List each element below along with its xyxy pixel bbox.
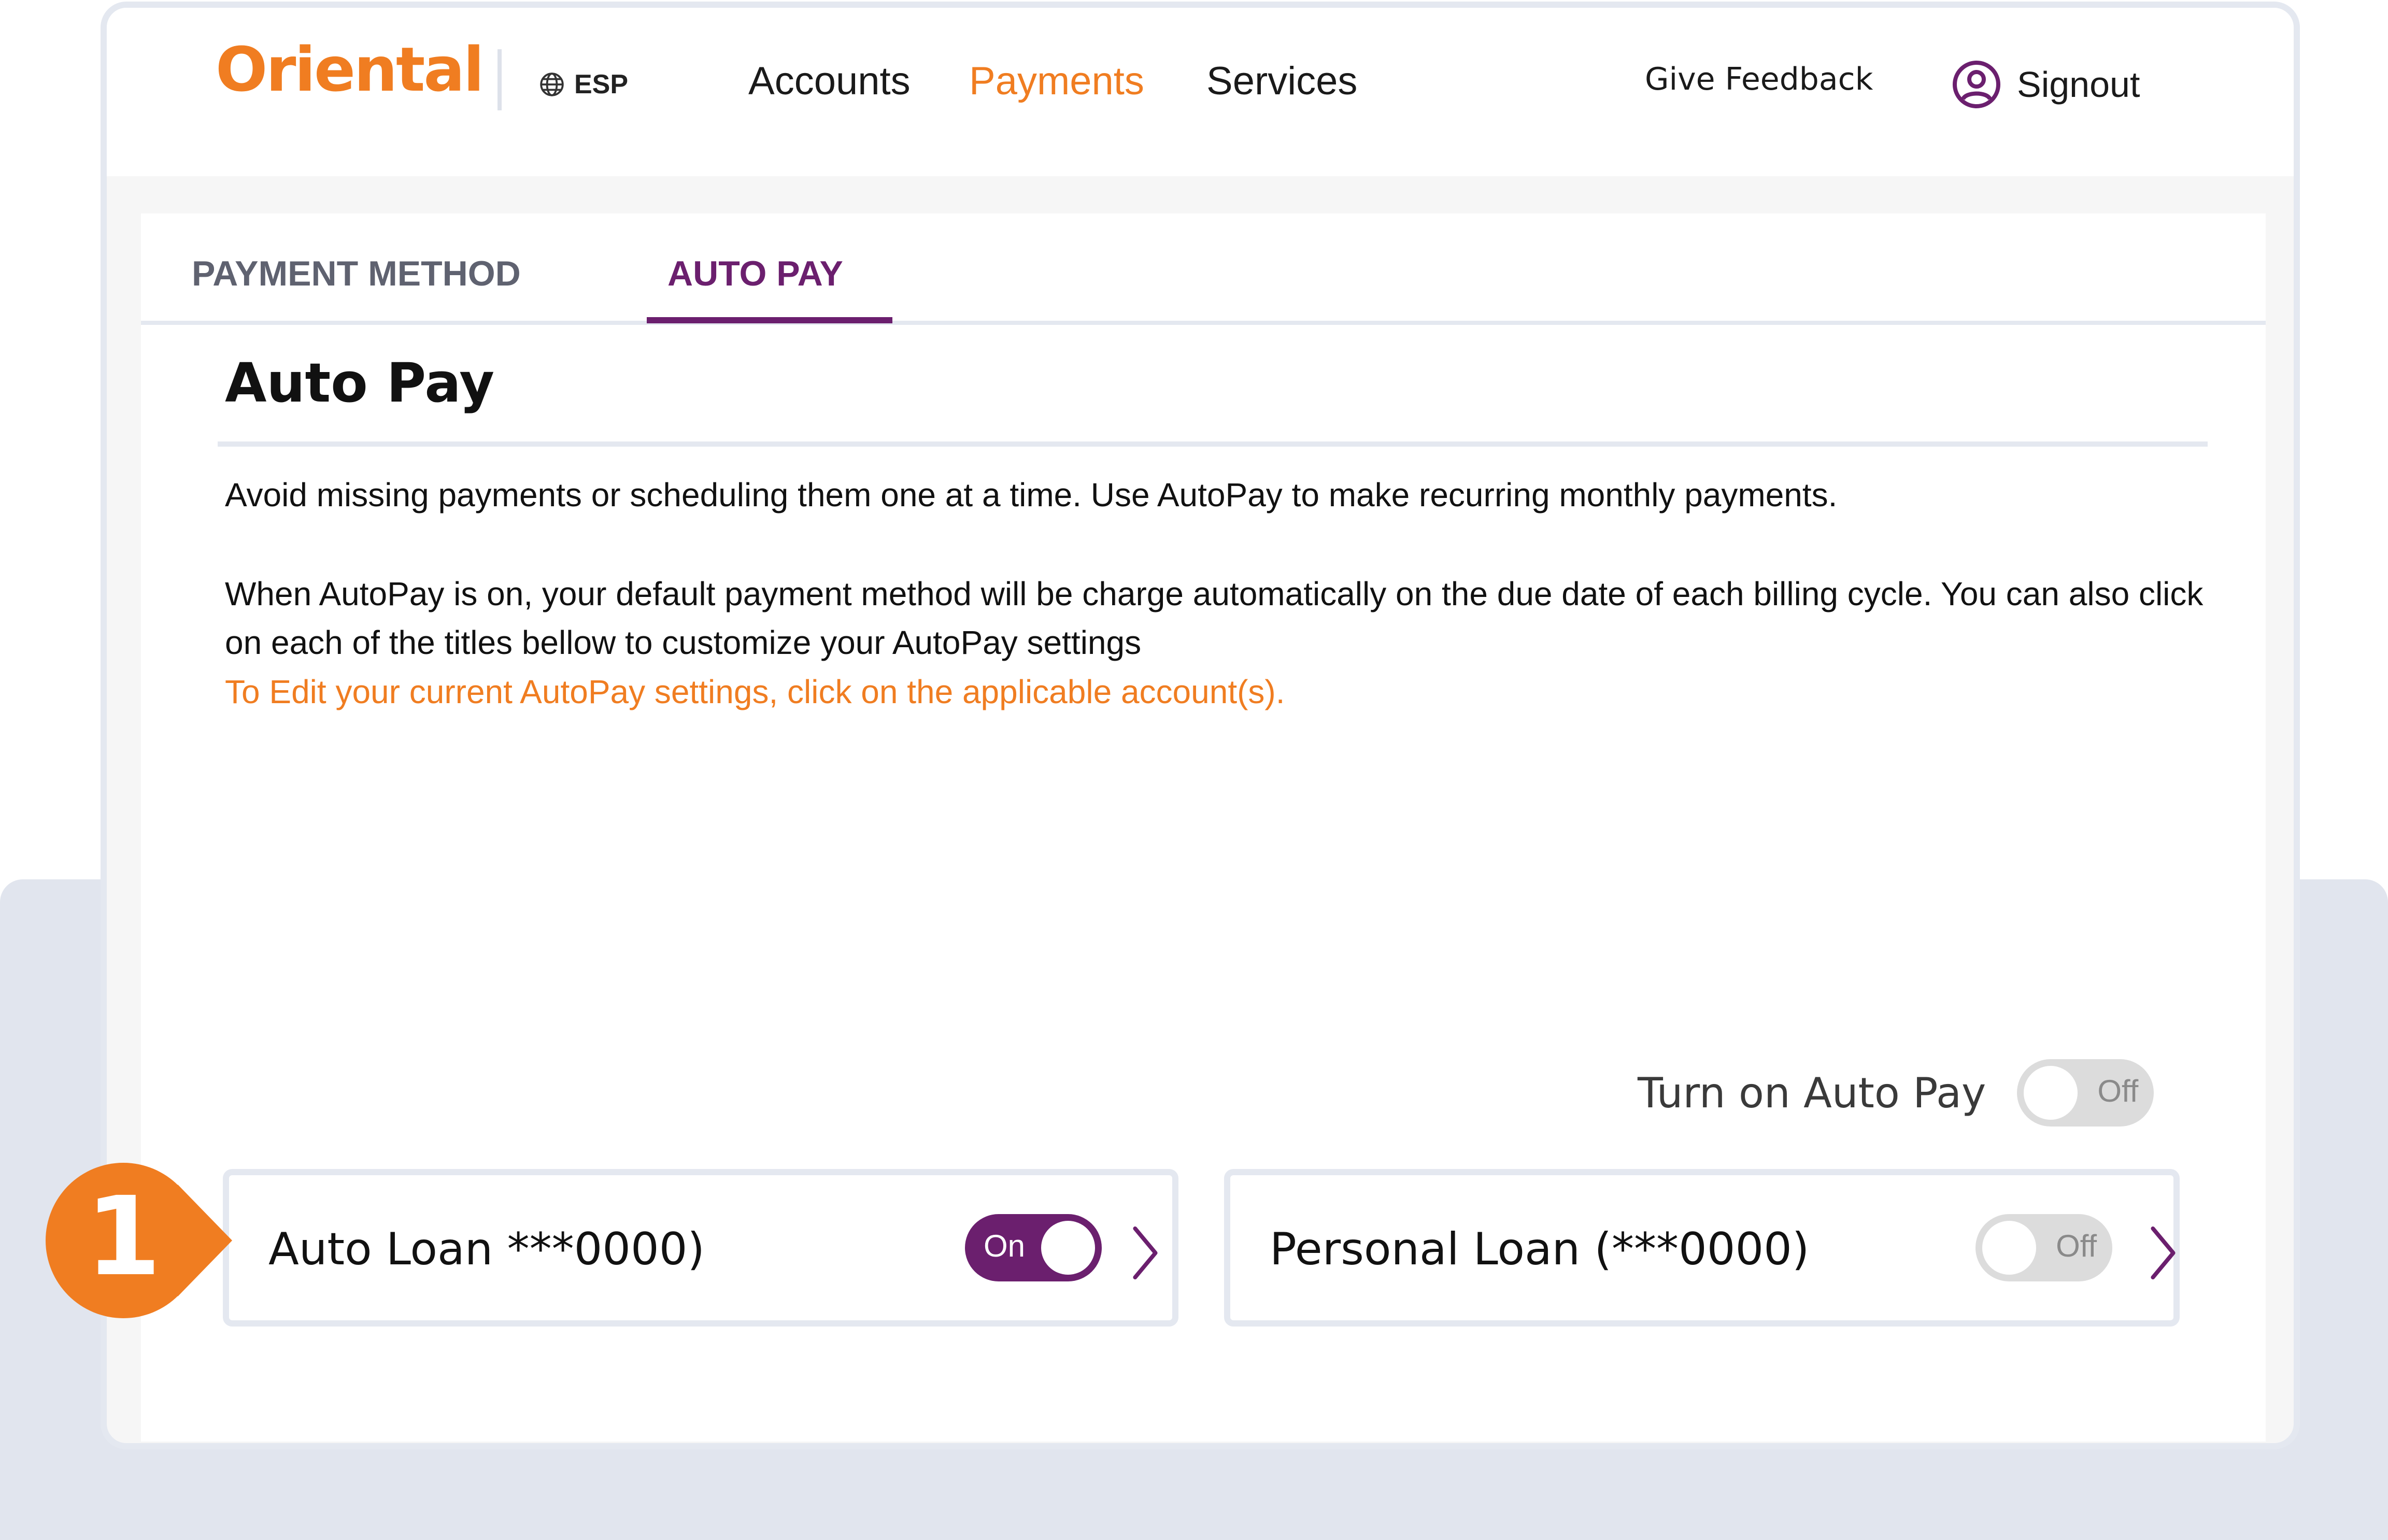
nav-payments[interactable]: Payments (969, 62, 1144, 101)
signout-label: Signout (2017, 64, 2140, 105)
toggle-knob (2024, 1066, 2078, 1120)
personal-loan-autopay-toggle[interactable]: Off (1975, 1214, 2112, 1281)
account-name[interactable]: Auto Loan ***0000) (268, 1227, 705, 1272)
title-divider (218, 441, 2208, 447)
toggle-knob (1041, 1221, 1095, 1275)
callout-number: 1 (85, 1173, 162, 1300)
step-callout-badge: 1 (46, 1163, 232, 1318)
account-card-personal-loan[interactable]: Personal Loan (***0000) Off (1224, 1169, 2180, 1327)
chevron-right-icon[interactable] (2149, 1224, 2178, 1281)
oriental-logo[interactable]: Oriental (216, 39, 484, 100)
toggle-knob (1982, 1221, 2036, 1275)
header-divider (497, 49, 502, 110)
account-card-auto-loan[interactable]: Auto Loan ***0000) On (223, 1169, 1178, 1327)
toggle-state-label: Off (2097, 1074, 2139, 1108)
globe-icon (540, 73, 564, 96)
payments-card: PAYMENT METHOD AUTO PAY Auto Pay Avoid m… (141, 213, 2266, 1442)
master-autopay-toggle[interactable]: Off (2017, 1059, 2154, 1127)
language-label: ESP (574, 69, 629, 99)
master-autopay-label: Turn on Auto Pay (1638, 1068, 1986, 1117)
account-name[interactable]: Personal Loan (***0000) (1270, 1227, 1809, 1272)
master-autopay-row: Turn on Auto Pay Off (1638, 1059, 2154, 1127)
auto-loan-autopay-toggle[interactable]: On (965, 1214, 1102, 1281)
user-circle-icon (1953, 61, 2000, 108)
autopay-edit-hint: To Edit your current AutoPay settings, c… (225, 673, 1285, 710)
toggle-state-label: Off (2056, 1229, 2097, 1263)
payment-tabs: PAYMENT METHOD AUTO PAY (141, 213, 2266, 325)
nav-accounts[interactable]: Accounts (748, 62, 911, 101)
give-feedback-link[interactable]: Give Feedback (1645, 64, 1873, 95)
top-navigation: Oriental ESP Accounts Payments Services … (107, 8, 2294, 176)
chevron-right-icon[interactable] (1131, 1224, 1160, 1281)
browser-window: Oriental ESP Accounts Payments Services … (101, 2, 2300, 1449)
signout-button[interactable]: Signout (1952, 60, 2140, 109)
nav-services[interactable]: Services (1206, 62, 1357, 101)
page-title: Auto Pay (225, 351, 495, 415)
toggle-state-label: On (984, 1229, 1026, 1263)
tab-payment-method[interactable]: PAYMENT METHOD (192, 256, 521, 294)
autopay-intro-text: Avoid missing payments or scheduling the… (225, 476, 1838, 514)
tab-auto-pay[interactable]: AUTO PAY (667, 256, 843, 294)
active-tab-indicator (647, 317, 892, 323)
autopay-details-text: When AutoPay is on, your default payment… (225, 575, 2204, 661)
language-switch[interactable]: ESP (539, 69, 628, 100)
